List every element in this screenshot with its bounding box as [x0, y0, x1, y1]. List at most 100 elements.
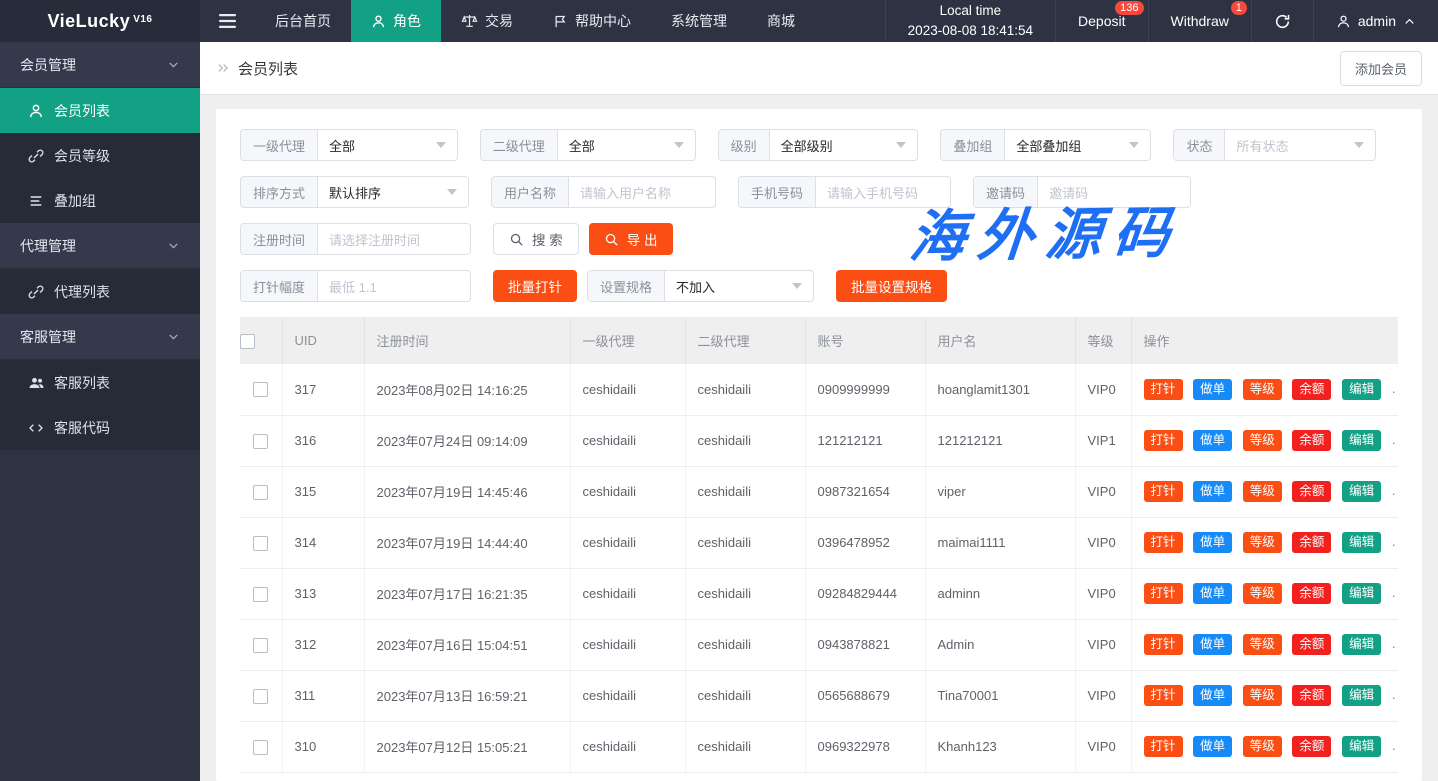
- level-select[interactable]: 全部级别: [770, 130, 918, 160]
- do-order-button[interactable]: 做单: [1193, 532, 1232, 553]
- do-order-button[interactable]: 做单: [1193, 379, 1232, 400]
- balance-button[interactable]: 余额: [1292, 481, 1331, 502]
- row-checkbox[interactable]: [253, 587, 268, 602]
- more-actions[interactable]: ...: [1392, 380, 1398, 396]
- nav-item-shop[interactable]: 商城: [747, 0, 815, 42]
- cell-agent1: ceshidaili: [570, 517, 685, 568]
- inject-button[interactable]: 打针: [1144, 736, 1183, 757]
- level-button[interactable]: 等级: [1243, 532, 1282, 553]
- spec-select[interactable]: 不加入: [665, 271, 813, 301]
- sidebar-group-support[interactable]: 客服管理: [0, 314, 200, 360]
- more-actions[interactable]: ...: [1392, 686, 1398, 702]
- do-order-button[interactable]: 做单: [1193, 430, 1232, 451]
- filter-sort: 排序方式 默认排序: [240, 176, 469, 208]
- add-member-button[interactable]: 添加会员: [1340, 51, 1422, 86]
- edit-button[interactable]: 编辑: [1342, 379, 1381, 400]
- do-order-button[interactable]: 做单: [1193, 736, 1232, 757]
- overlay-select[interactable]: 全部叠加组: [1005, 130, 1150, 160]
- inject-button[interactable]: 打针: [1144, 634, 1183, 655]
- batch-inject-button[interactable]: 批量打针: [493, 270, 577, 302]
- batch-spec-button[interactable]: 批量设置规格: [836, 270, 947, 302]
- invite-code-input[interactable]: 邀请码: [1038, 177, 1190, 207]
- row-checkbox[interactable]: [253, 382, 268, 397]
- more-actions[interactable]: ...: [1392, 431, 1398, 447]
- balance-button[interactable]: 余额: [1292, 685, 1331, 706]
- username-input[interactable]: 请输入用户名称: [569, 177, 715, 207]
- phone-input[interactable]: 请输入手机号码: [816, 177, 950, 207]
- inject-range-input[interactable]: 最低 1.1: [318, 271, 470, 301]
- balance-button[interactable]: 余额: [1292, 583, 1331, 604]
- edit-button[interactable]: 编辑: [1342, 634, 1381, 655]
- edit-button[interactable]: 编辑: [1342, 736, 1381, 757]
- sidebar-item-support-code[interactable]: 客服代码: [0, 405, 200, 450]
- edit-button[interactable]: 编辑: [1342, 583, 1381, 604]
- select-all-checkbox[interactable]: [240, 334, 255, 349]
- level-button[interactable]: 等级: [1243, 583, 1282, 604]
- nav-item-trade[interactable]: 交易: [441, 0, 533, 42]
- inject-button[interactable]: 打针: [1144, 481, 1183, 502]
- more-actions[interactable]: ...: [1392, 635, 1398, 651]
- do-order-button[interactable]: 做单: [1193, 481, 1232, 502]
- edit-button[interactable]: 编辑: [1342, 430, 1381, 451]
- sidebar-item-agent-list[interactable]: 代理列表: [0, 269, 200, 314]
- status-select[interactable]: 所有状态: [1225, 130, 1375, 160]
- cell-agent2: ceshidaili: [685, 619, 805, 670]
- search-button[interactable]: 搜 索: [493, 223, 579, 255]
- sidebar-item-support-list[interactable]: 客服列表: [0, 360, 200, 405]
- sort-select[interactable]: 默认排序: [318, 177, 468, 207]
- sidebar-group-member[interactable]: 会员管理: [0, 42, 200, 88]
- row-checkbox[interactable]: [253, 689, 268, 704]
- agent2-select[interactable]: 全部: [558, 130, 695, 160]
- edit-button[interactable]: 编辑: [1342, 481, 1381, 502]
- nav-item-home[interactable]: 后台首页: [255, 0, 351, 42]
- row-checkbox[interactable]: [253, 638, 268, 653]
- regtime-picker[interactable]: 请选择注册时间: [318, 224, 470, 254]
- row-checkbox[interactable]: [253, 740, 268, 755]
- do-order-button[interactable]: 做单: [1193, 634, 1232, 655]
- balance-button[interactable]: 余额: [1292, 379, 1331, 400]
- balance-button[interactable]: 余额: [1292, 736, 1331, 757]
- nav-item-help[interactable]: 帮助中心: [533, 0, 651, 42]
- balance-button[interactable]: 余额: [1292, 430, 1331, 451]
- row-checkbox[interactable]: [253, 485, 268, 500]
- inject-button[interactable]: 打针: [1144, 685, 1183, 706]
- more-actions[interactable]: ...: [1392, 737, 1398, 753]
- collapse-menu-button[interactable]: [200, 0, 255, 42]
- admin-menu[interactable]: admin: [1313, 0, 1438, 42]
- level-button[interactable]: 等级: [1243, 736, 1282, 757]
- edit-button[interactable]: 编辑: [1342, 685, 1381, 706]
- level-button[interactable]: 等级: [1243, 685, 1282, 706]
- caret-down-icon: [1354, 142, 1364, 148]
- more-actions[interactable]: ...: [1392, 482, 1398, 498]
- do-order-button[interactable]: 做单: [1193, 685, 1232, 706]
- inject-button[interactable]: 打针: [1144, 532, 1183, 553]
- do-order-button[interactable]: 做单: [1193, 583, 1232, 604]
- cell-account: 0969322978: [805, 721, 925, 772]
- more-actions[interactable]: ...: [1392, 584, 1398, 600]
- deposit-button[interactable]: Deposit 136: [1055, 0, 1147, 42]
- level-button[interactable]: 等级: [1243, 379, 1282, 400]
- balance-button[interactable]: 余额: [1292, 634, 1331, 655]
- nav-item-system[interactable]: 系统管理: [651, 0, 747, 42]
- export-button[interactable]: 导 出: [589, 223, 673, 255]
- row-checkbox[interactable]: [253, 434, 268, 449]
- agent1-select[interactable]: 全部: [318, 130, 457, 160]
- sidebar-item-member-level[interactable]: 会员等级: [0, 133, 200, 178]
- more-actions[interactable]: ...: [1392, 533, 1398, 549]
- level-button[interactable]: 等级: [1243, 481, 1282, 502]
- inject-button[interactable]: 打针: [1144, 583, 1183, 604]
- cell-agent1: ceshidaili: [570, 721, 685, 772]
- level-button[interactable]: 等级: [1243, 430, 1282, 451]
- sidebar-item-overlay-group[interactable]: 叠加组: [0, 178, 200, 223]
- edit-button[interactable]: 编辑: [1342, 532, 1381, 553]
- withdraw-button[interactable]: Withdraw 1: [1148, 0, 1251, 42]
- nav-item-roles[interactable]: 角色: [351, 0, 441, 42]
- inject-button[interactable]: 打针: [1144, 379, 1183, 400]
- inject-button[interactable]: 打针: [1144, 430, 1183, 451]
- row-checkbox[interactable]: [253, 536, 268, 551]
- balance-button[interactable]: 余额: [1292, 532, 1331, 553]
- sidebar-item-member-list[interactable]: 会员列表: [0, 88, 200, 133]
- refresh-button[interactable]: [1251, 0, 1313, 42]
- sidebar-group-agent[interactable]: 代理管理: [0, 223, 200, 269]
- level-button[interactable]: 等级: [1243, 634, 1282, 655]
